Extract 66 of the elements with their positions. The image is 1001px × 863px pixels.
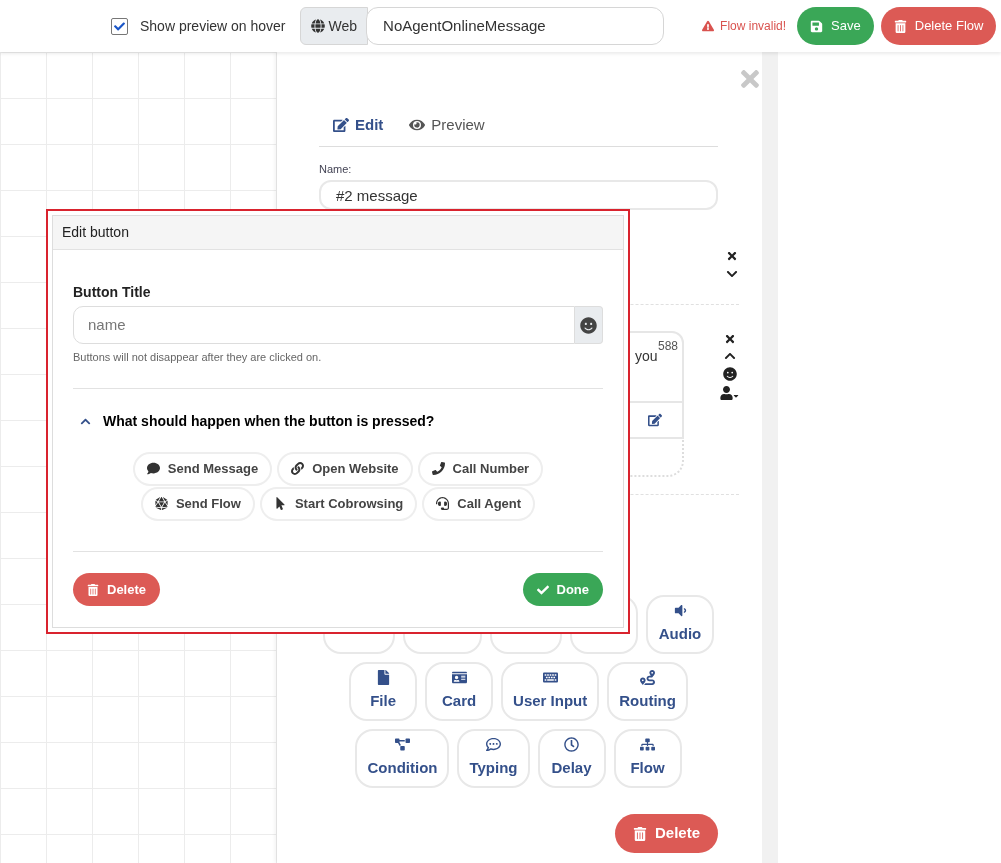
- dialog-title: Edit button: [53, 216, 623, 250]
- block-button[interactable]: User Input: [501, 662, 600, 721]
- message-text: you: [635, 347, 658, 366]
- channel-addon: Web: [299, 7, 369, 45]
- panel-tab[interactable]: Edit: [333, 114, 384, 137]
- remove-icon[interactable]: [726, 250, 738, 262]
- warning-icon: [702, 20, 715, 32]
- check-icon: [114, 20, 125, 32]
- flow-name-field[interactable]: NoAgentOnlineMessage: [366, 7, 665, 45]
- chevron-down-icon[interactable]: [726, 268, 738, 280]
- block-button[interactable]: Typing: [457, 729, 530, 788]
- action-button[interactable]: Send Message: [132, 451, 273, 486]
- character-counter: 588: [657, 338, 678, 355]
- phone-icon: [431, 462, 445, 475]
- file-icon: [375, 669, 391, 685]
- block-button[interactable]: Card: [425, 662, 494, 721]
- chevron-up-icon[interactable]: [724, 350, 736, 362]
- action-button[interactable]: Call Number: [417, 451, 544, 486]
- name-label: Name:: [319, 161, 353, 177]
- globe-icon: [310, 19, 325, 33]
- smiley-icon[interactable]: [723, 367, 737, 381]
- speech-bubble-icon: [486, 736, 501, 752]
- block-button[interactable]: Routing: [607, 662, 688, 721]
- smiley-icon: [580, 316, 597, 334]
- show-preview-checkbox[interactable]: [111, 17, 128, 35]
- edit-icon: [647, 413, 662, 427]
- action-button[interactable]: Open Website: [277, 451, 413, 486]
- emoji-button[interactable]: [575, 306, 603, 344]
- delete-flow-button[interactable]: Delete Flow: [880, 7, 997, 45]
- action-button[interactable]: Send Flow: [140, 486, 255, 521]
- trash-icon: [87, 583, 99, 596]
- block-button[interactable]: Condition: [355, 729, 450, 788]
- block-button[interactable]: Delay: [537, 729, 606, 788]
- show-preview-label: Show preview on hover: [140, 16, 286, 36]
- edit-icon: [333, 117, 349, 134]
- speech-bubble-icon: [146, 462, 160, 475]
- hexagon-icon: [154, 497, 168, 510]
- remove-icon[interactable]: [724, 333, 736, 345]
- pointer-icon: [273, 497, 287, 510]
- link-icon: [291, 462, 305, 475]
- block-button[interactable]: Audio: [646, 595, 714, 654]
- action-button[interactable]: Call Agent: [422, 486, 536, 521]
- scrollbar-track[interactable]: [762, 52, 778, 863]
- delete-button[interactable]: Delete: [73, 573, 161, 606]
- trash-icon: [632, 826, 647, 841]
- flow-status: Flow invalid!: [720, 18, 787, 35]
- step-title-input[interactable]: #2 message: [319, 180, 718, 210]
- headset-icon: [436, 497, 450, 510]
- section-toggle[interactable]: What should happen when the button is pressed?: [73, 410, 603, 432]
- id-card-icon: [451, 669, 467, 685]
- action-button[interactable]: Start Cobrowsing: [259, 486, 418, 521]
- speaker-icon: [672, 602, 688, 618]
- user-dropdown-icon[interactable]: [720, 386, 740, 400]
- clock-icon: [564, 736, 579, 752]
- panel-tab[interactable]: Preview: [409, 114, 485, 137]
- route-icon: [640, 669, 656, 685]
- button-title-field[interactable]: name: [73, 306, 575, 344]
- button-title-label: Button Title: [73, 283, 152, 302]
- diagram-icon: [394, 736, 410, 752]
- check-icon: [536, 583, 549, 596]
- delete-button[interactable]: Delete: [614, 814, 718, 853]
- trash-icon: [893, 19, 907, 33]
- button-hint: Buttons will not disappear after they are clicked on.: [73, 350, 323, 365]
- block-button[interactable]: File: [349, 662, 418, 721]
- sitemap-icon: [640, 736, 655, 752]
- block-button[interactable]: Flow: [613, 729, 682, 788]
